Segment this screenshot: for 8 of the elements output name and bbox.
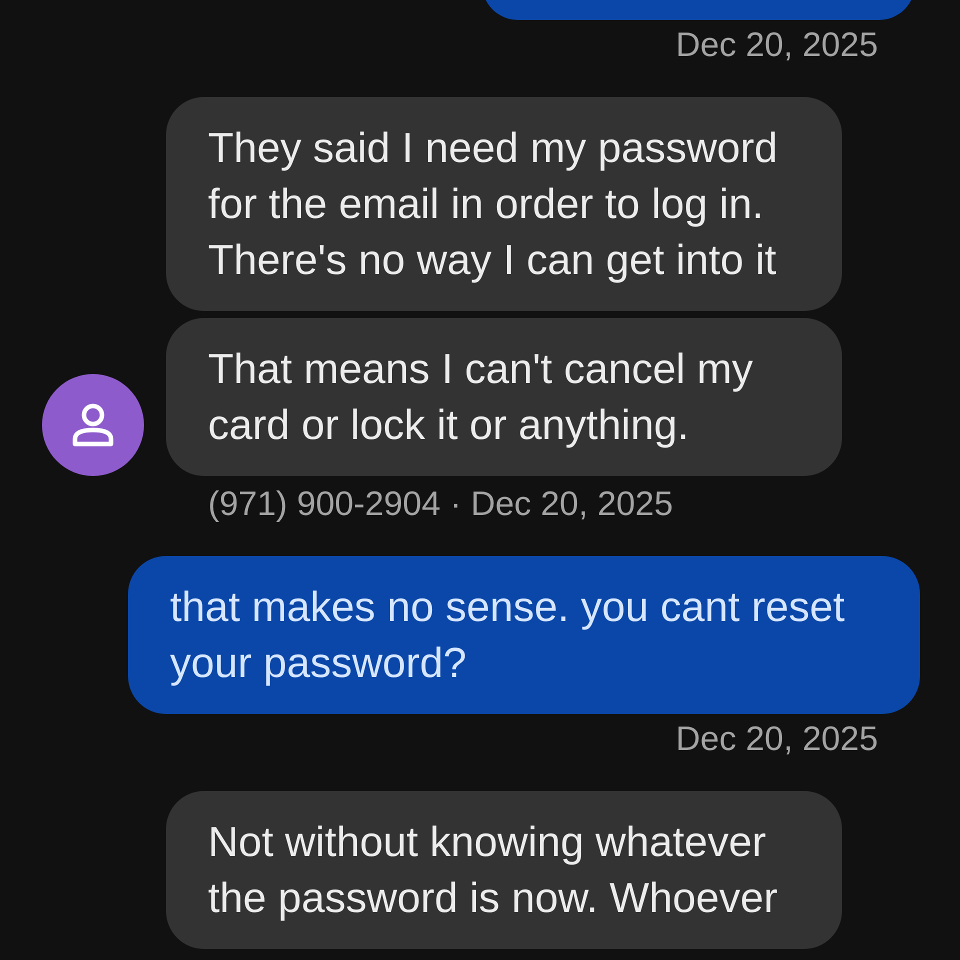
sender-timestamp: (971) 900-2904 · Dec 20, 2025	[208, 485, 673, 523]
message-bubble[interactable]: They said I need my password for the email in order to log in. There's no way I can get into it	[166, 97, 842, 311]
timestamp: Dec 20, 2025	[676, 25, 878, 65]
message-bubble[interactable]: that makes no sense. you cant reset your password?	[128, 556, 920, 714]
message-bubble[interactable]: That means I can't cancel my card or lock it or anything.	[166, 318, 842, 476]
timestamp: Dec 20, 2025	[676, 719, 878, 759]
message-bubble[interactable]: Not without knowing whatever the password is now. Whoever	[166, 791, 842, 949]
person-icon	[71, 402, 115, 448]
